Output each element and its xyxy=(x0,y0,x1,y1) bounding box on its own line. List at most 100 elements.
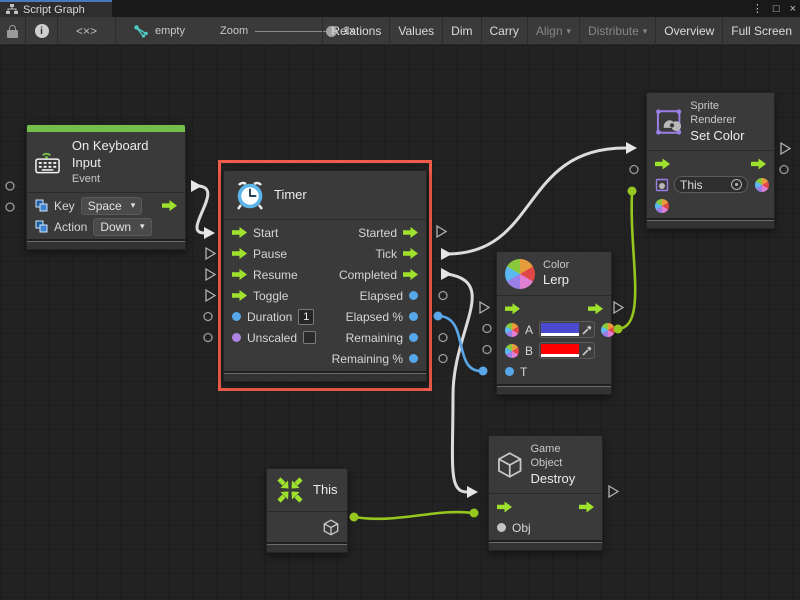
graph-icon xyxy=(6,4,18,15)
more-menu-icon[interactable]: ⋮ xyxy=(752,2,763,15)
chevron-down-icon: ▾ xyxy=(567,26,572,37)
maximize-icon[interactable]: □ xyxy=(773,3,780,15)
destroy-in-port[interactable] xyxy=(497,501,512,512)
alarm-clock-icon xyxy=(234,179,266,211)
remaining-pct-out-port[interactable] xyxy=(409,354,418,363)
action-port-label: Action xyxy=(54,220,87,234)
tick-label: Tick xyxy=(375,247,397,261)
target-object-field[interactable]: This xyxy=(674,176,748,193)
target-icon[interactable] xyxy=(731,179,742,190)
game-object-out-port[interactable] xyxy=(323,519,339,536)
graph-reference[interactable]: empty xyxy=(134,17,185,45)
node-footer xyxy=(267,542,347,552)
key-port-label: Key xyxy=(54,199,75,213)
node-this[interactable]: This xyxy=(266,468,348,553)
carry-button[interactable]: Carry xyxy=(481,17,527,45)
unscaled-checkbox[interactable] xyxy=(303,331,316,344)
completed-out-port[interactable] xyxy=(403,269,418,280)
toggle-in-port[interactable] xyxy=(232,290,247,301)
chevron-down-icon: ▾ xyxy=(140,221,145,232)
unscaled-in-port[interactable] xyxy=(232,333,241,342)
info-button[interactable]: i xyxy=(26,17,58,45)
lerp-out-port[interactable] xyxy=(588,303,603,314)
started-out-port[interactable] xyxy=(403,227,418,238)
start-label: Start xyxy=(253,226,278,240)
code-icon: <×> xyxy=(76,24,97,38)
set-color-in-port[interactable] xyxy=(655,158,670,169)
close-icon[interactable]: × xyxy=(790,3,796,15)
node-on-keyboard-input[interactable]: On Keyboard Input Event Key Space ▾ xyxy=(26,124,186,250)
start-in-port[interactable] xyxy=(232,227,247,238)
full-screen-button[interactable]: Full Screen xyxy=(722,17,800,45)
node-footer xyxy=(27,239,185,249)
dim-button[interactable]: Dim xyxy=(442,17,480,45)
lock-icon xyxy=(7,25,18,38)
unscaled-label: Unscaled xyxy=(247,331,297,345)
elapsed-out-port[interactable] xyxy=(409,291,418,300)
cube-icon xyxy=(497,451,522,479)
result-color-port[interactable] xyxy=(755,178,769,192)
t-in-port[interactable] xyxy=(505,367,514,376)
node-title: Timer xyxy=(274,187,307,204)
node-title: This xyxy=(313,482,338,499)
zoom-slider-track[interactable] xyxy=(255,31,333,32)
align-button[interactable]: Align ▾ xyxy=(527,17,579,45)
chevron-down-icon: ▾ xyxy=(131,200,136,211)
toolbar-buttons: Relations Values Dim Carry Align ▾ Distr… xyxy=(322,17,800,45)
keyboard-broadcast-icon xyxy=(35,149,64,175)
color-a-field[interactable] xyxy=(539,321,595,338)
sprite-renderer-icon xyxy=(655,178,669,192)
tick-out-port[interactable] xyxy=(403,248,418,259)
node-set-color[interactable]: Sprite Renderer Set Color This xyxy=(646,92,775,229)
color-out-port[interactable] xyxy=(601,323,615,337)
obj-in-port[interactable] xyxy=(497,523,506,532)
color-b-field[interactable] xyxy=(539,342,595,359)
eyedropper-icon[interactable] xyxy=(582,345,593,356)
self-arrows-icon xyxy=(275,475,305,505)
tab-script-graph[interactable]: Script Graph xyxy=(0,0,112,17)
node-destroy[interactable]: Game Object Destroy Obj xyxy=(488,435,603,551)
destroy-out-port[interactable] xyxy=(579,501,594,512)
elapsed-pct-label: Elapsed % xyxy=(346,310,403,324)
color-in-port[interactable] xyxy=(655,199,669,213)
node-category: Game Object xyxy=(530,442,594,471)
set-color-out-port[interactable] xyxy=(751,158,766,169)
lock-button[interactable] xyxy=(0,17,26,45)
overview-button[interactable]: Overview xyxy=(655,17,722,45)
node-title: Destroy xyxy=(530,471,594,488)
remaining-pct-label: Remaining % xyxy=(332,352,403,366)
relations-button[interactable]: Relations xyxy=(322,17,389,45)
duration-in-port[interactable] xyxy=(232,312,241,321)
node-title: On Keyboard Input xyxy=(72,138,177,172)
key-dropdown[interactable]: Space ▾ xyxy=(81,197,143,215)
values-button[interactable]: Values xyxy=(389,17,442,45)
remaining-out-port[interactable] xyxy=(409,333,418,342)
resume-in-port[interactable] xyxy=(232,269,247,280)
tab-bar: Script Graph ⋮ □ × xyxy=(0,0,800,17)
resume-label: Resume xyxy=(253,268,298,282)
node-footer xyxy=(497,384,611,394)
lerp-in-port[interactable] xyxy=(505,303,520,314)
a-label: A xyxy=(525,323,533,337)
node-color-lerp[interactable]: Color Lerp A xyxy=(496,251,612,395)
trigger-out-port[interactable] xyxy=(162,200,177,211)
duration-input[interactable]: 1 xyxy=(298,309,314,325)
eyedropper-icon[interactable] xyxy=(582,324,593,335)
action-dropdown[interactable]: Down ▾ xyxy=(93,218,151,236)
distribute-button[interactable]: Distribute ▾ xyxy=(579,17,655,45)
b-label: B xyxy=(525,344,533,358)
code-view-button[interactable]: <×> xyxy=(58,17,116,45)
node-category: Color xyxy=(543,258,569,272)
window-blue-icon xyxy=(35,199,48,212)
tab-title: Script Graph xyxy=(23,4,85,16)
node-timer[interactable]: Timer Start Started Pause Tick Resume Co… xyxy=(223,170,427,382)
unity-script-graph-window: Script Graph ⋮ □ × i <×> empty Zoom xyxy=(0,0,800,600)
node-subtitle: Event xyxy=(72,172,177,186)
node-footer xyxy=(224,371,426,381)
info-icon: i xyxy=(35,24,49,38)
duration-label: Duration xyxy=(247,310,292,324)
node-footer xyxy=(647,218,774,228)
color-wheel-icon xyxy=(505,323,519,337)
elapsed-pct-out-port[interactable] xyxy=(409,312,418,321)
pause-in-port[interactable] xyxy=(232,248,247,259)
